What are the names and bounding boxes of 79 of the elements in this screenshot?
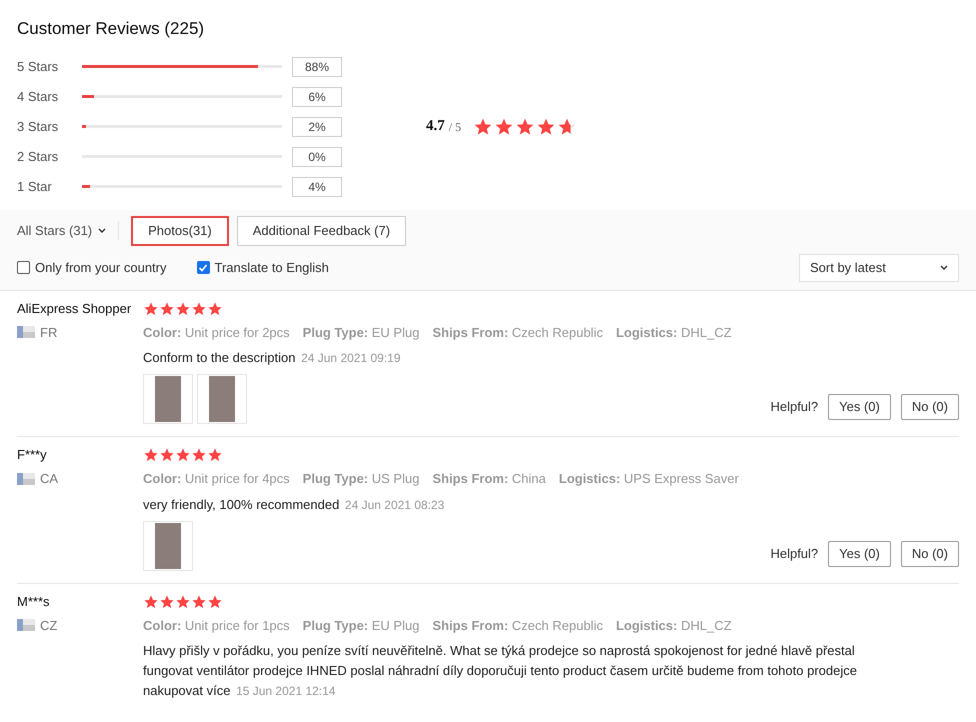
star-icon — [143, 594, 159, 610]
star-icon — [143, 300, 159, 316]
review-text: Conform to the description 24 Jun 2021 09:19 — [143, 349, 402, 367]
product-attribute: Logistics: DHL_CZ — [616, 616, 732, 635]
flag-icon — [17, 472, 35, 485]
rating-label: 2 Stars — [17, 148, 60, 166]
photo-placeholder — [155, 376, 181, 422]
reviewer-name: F***y — [17, 446, 48, 464]
photo-thumbnail[interactable] — [143, 520, 193, 570]
rating-label: 4 Stars — [17, 88, 60, 106]
star-icon — [143, 447, 159, 463]
star-icon — [159, 300, 175, 316]
photo-placeholder — [209, 376, 235, 422]
photo-thumbnail[interactable] — [143, 374, 193, 424]
star-icon — [175, 300, 191, 316]
star-icon — [207, 447, 223, 463]
star-icon — [175, 447, 191, 463]
caret-icon — [940, 264, 948, 270]
star-icon — [515, 116, 536, 136]
product-attribute: Ships From: Czech Republic — [432, 324, 603, 342]
filter-tab[interactable]: Additional Feedback (7) — [236, 216, 406, 246]
star-icon — [159, 447, 175, 463]
star-icon — [191, 300, 207, 316]
helpful-label: Helpful? — [770, 398, 818, 416]
flag-icon — [17, 326, 35, 338]
rating-label: 1 Star — [17, 178, 53, 196]
product-attribute: Plug Type: US Plug — [302, 470, 420, 488]
percent-badge: 88% — [292, 56, 342, 76]
score-max: / 5 — [448, 118, 462, 136]
rating-label: 3 Stars — [17, 118, 60, 136]
photo-placeholder — [155, 522, 181, 568]
helpful-yes-button[interactable]: Yes (0) — [828, 394, 891, 420]
star-icon — [536, 116, 556, 136]
product-attribute: Ships From: Czech Republic — [432, 616, 603, 635]
percent-badge: 0% — [292, 146, 342, 166]
star-icon — [207, 300, 223, 316]
star-icon — [175, 594, 191, 610]
percent-badge: 4% — [292, 176, 342, 196]
helpful-no-button[interactable]: No (0) — [900, 540, 959, 566]
reviewer-name: AliExpress Shopper — [17, 300, 132, 318]
product-attribute: Color: Unit price for 2pcs — [143, 324, 290, 342]
star-icon — [557, 116, 578, 136]
section-title: Customer Reviews (225) — [17, 18, 206, 40]
photo-thumbnail[interactable] — [197, 374, 247, 424]
country-code: CA — [40, 470, 58, 488]
caret-icon — [98, 228, 106, 234]
rating-label: 5 Stars — [17, 58, 60, 76]
checkbox[interactable] — [17, 261, 30, 274]
country-code: FR — [40, 324, 58, 342]
checkbox-label: Translate to English — [214, 258, 329, 277]
flag-icon — [17, 619, 35, 632]
review-text: Hlavy přišly v pořádku, you peníze svítí neuvěřitelně. What se týká prodejce so naprostá spokojenost for jedné hlavě přestal fungovat ventilátor prodejce IHNED poslal náhradní díly doporučuji tento product časem určitě budeme from tohoto prodejce nakupovat více 15 Jun 2021 12:14 — [143, 642, 858, 700]
star-icon — [473, 116, 494, 136]
product-attribute: Color: Unit price for 1pcs — [143, 616, 290, 635]
star-icon — [159, 594, 175, 610]
star-icon — [191, 594, 207, 610]
star-icon — [191, 447, 207, 463]
product-attribute: Color: Unit price for 4pcs — [143, 470, 290, 488]
sort-dropdown[interactable]: Sort by latest — [799, 254, 959, 282]
product-attribute: Plug Type: EU Plug — [302, 616, 420, 635]
checkbox[interactable] — [196, 261, 210, 274]
filter-tab[interactable]: Photos(31) — [131, 216, 229, 246]
country-code: CZ — [40, 616, 58, 634]
percent-badge: 2% — [292, 116, 342, 136]
helpful-no-button[interactable]: No (0) — [900, 394, 959, 420]
product-attribute: Logistics: DHL_CZ — [616, 324, 732, 342]
product-attribute: Ships From: China — [432, 470, 546, 488]
percent-badge: 6% — [292, 86, 342, 106]
product-attribute: Logistics: UPS Express Saver — [558, 470, 739, 488]
star-icon — [494, 116, 514, 136]
helpful-yes-button[interactable]: Yes (0) — [828, 540, 891, 566]
average-score: 4.7 — [426, 117, 445, 136]
helpful-label: Helpful? — [770, 544, 818, 563]
star-icon — [207, 594, 223, 610]
product-attribute: Plug Type: EU Plug — [302, 324, 420, 342]
star-filter-dropdown[interactable]: All Stars (31) — [17, 220, 120, 240]
checkbox-label: Only from your country — [35, 258, 166, 277]
review-text: very friendly, 100% recommended 24 Jun 2021 08:23 — [143, 496, 446, 514]
reviewer-name: M***s — [17, 592, 51, 610]
